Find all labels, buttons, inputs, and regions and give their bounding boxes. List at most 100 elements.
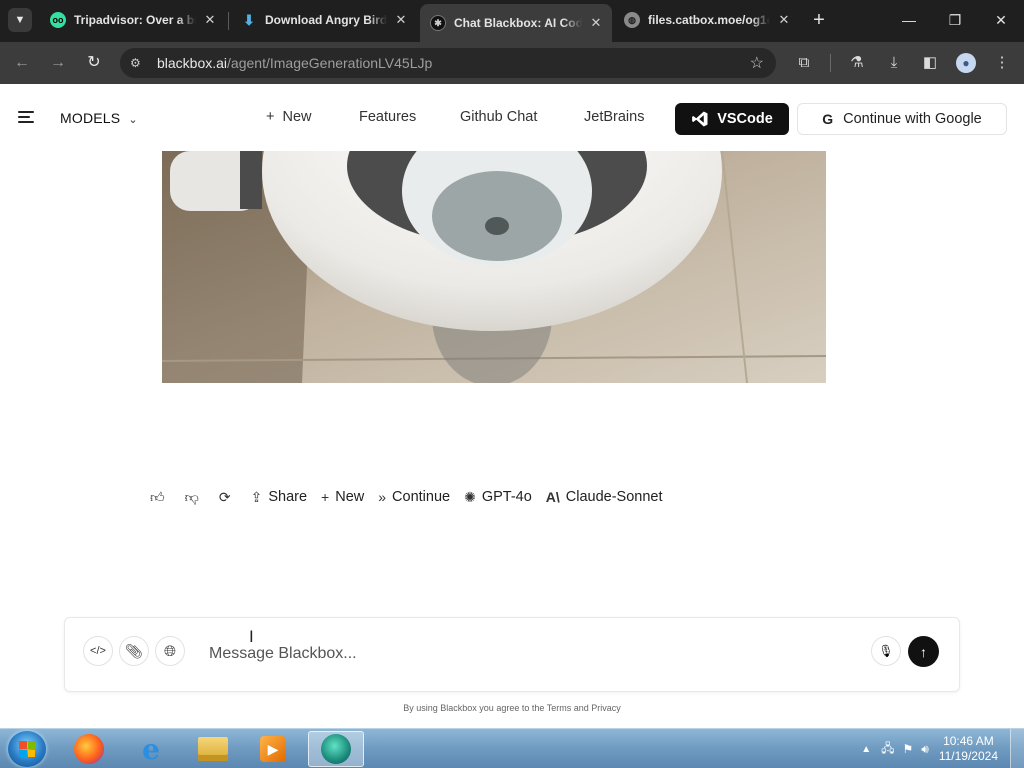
continue-button[interactable]: » Continue [378, 489, 450, 505]
message-input[interactable] [209, 642, 859, 666]
voice-input-button[interactable]: 🎙︎ [871, 636, 901, 666]
restore-icon: ❐ [948, 12, 962, 28]
blackbox-app-icon [321, 734, 351, 764]
bookmark-star-icon[interactable]: ☆ [750, 53, 764, 73]
close-tab-icon[interactable]: ✕ [776, 12, 792, 28]
close-tab-icon[interactable]: ✕ [393, 12, 409, 28]
attach-button[interactable]: 📎︎ [119, 636, 149, 666]
taskbar-file-explorer[interactable] [185, 731, 241, 767]
message-actions: 👍︎ 👎︎ ⟳ ⇪ Share + New » Continue ✺ GPT-4o A\… [150, 486, 677, 508]
firefox-icon [74, 734, 104, 764]
generated-image [162, 151, 826, 383]
blackbox-icon: ✱ [430, 15, 446, 31]
reload-button[interactable]: ↻ [82, 51, 106, 75]
network-icon[interactable]: 🖧︎ [881, 739, 894, 760]
vscode-button[interactable]: VSCode [675, 103, 789, 135]
refresh-icon: ⟳ [218, 488, 231, 505]
side-panel-icon[interactable]: ◧ [918, 51, 942, 75]
toolbar-separator [830, 54, 831, 72]
claude-sonnet-button[interactable]: A\ Claude-Sonnet [546, 489, 663, 505]
nav-features-link[interactable]: Features [359, 109, 416, 125]
tab-search-button[interactable]: ▼ [8, 8, 32, 32]
share-button[interactable]: ⇪ Share [251, 489, 307, 506]
media-player-icon: ▶ [260, 736, 286, 762]
globe-icon: ◍ [624, 12, 640, 28]
restore-button[interactable]: ❐ [932, 6, 978, 34]
paperclip-icon: 📎︎ [125, 642, 143, 659]
tab-tripadvisor[interactable]: oo Tripadvisor: Over a billion reviews ✕ [40, 4, 226, 36]
profile-avatar-icon[interactable]: ● [954, 51, 978, 75]
browser-menu-icon[interactable]: ⋮ [990, 51, 1014, 75]
tab-blackbox[interactable]: ✱ Chat Blackbox: AI Code ✕ [420, 4, 612, 42]
chevron-down-icon: ⌄ [128, 114, 138, 126]
plus-icon: + [266, 109, 275, 125]
nav-jetbrains-link[interactable]: JetBrains [584, 109, 644, 125]
plus-icon: + [813, 9, 825, 31]
terms-notice: By using Blackbox you agree to the Terms… [403, 703, 621, 713]
thumbs-down-button[interactable]: 👎︎ [185, 489, 205, 506]
site-info-icon[interactable]: ⚙ [130, 56, 148, 70]
minimize-button[interactable]: — [886, 6, 932, 34]
nav-new-button[interactable]: + New [266, 109, 311, 125]
close-tab-icon[interactable]: ✕ [202, 12, 218, 28]
internet-explorer-icon: e [142, 732, 160, 766]
tab-catbox[interactable]: ◍ files.catbox.moe/og1c ✕ [614, 4, 800, 36]
tab-angry-birds[interactable]: ⬇ Download Angry Birds ✕ [231, 4, 417, 36]
web-search-button[interactable]: 🌐︎ [155, 636, 185, 666]
windows-logo-icon [19, 741, 35, 757]
file-explorer-icon [198, 737, 228, 761]
nav-github-chat-link[interactable]: Github Chat [460, 109, 537, 125]
double-chevron-right-icon: » [378, 489, 387, 505]
continue-with-google-button[interactable]: G Continue with Google [797, 103, 1007, 135]
action-center-flag-icon[interactable]: ⚑ [903, 742, 914, 756]
close-icon: ✕ [995, 12, 1007, 28]
microphone-icon: 🎙︎ [878, 644, 894, 658]
gpt-4o-button[interactable]: ✺ GPT-4o [464, 489, 532, 506]
windows-taskbar: e ▶ ▲ 🖧︎ ⚑ 🔊︎ 10:46 AM 11/19/2024 [0, 728, 1024, 768]
google-icon: G [822, 111, 834, 127]
thumbs-up-button[interactable]: 👍︎ [150, 489, 171, 506]
anthropic-icon: A\ [545, 489, 560, 505]
system-tray: ▲ 🖧︎ ⚑ 🔊︎ 10:46 AM 11/19/2024 [861, 729, 1024, 768]
taskbar-firefox[interactable] [61, 731, 117, 767]
new-chat-button[interactable]: + New [321, 489, 364, 505]
reload-icon: ↻ [87, 54, 101, 71]
volume-icon[interactable]: 🔊︎ [921, 742, 929, 757]
browser-tab-strip: ▼ oo Tripadvisor: Over a billion reviews… [0, 0, 1024, 42]
forward-button[interactable]: → [46, 51, 70, 75]
generated-image-photo [162, 151, 826, 383]
taskbar-blackbox-app[interactable] [308, 731, 364, 767]
taskbar-media-player[interactable]: ▶ [245, 731, 301, 767]
page-content: MODELS ⌄ + New Features Github Chat JetBra… [0, 84, 1024, 728]
clock[interactable]: 10:46 AM 11/19/2024 [939, 734, 998, 764]
labs-flask-icon[interactable]: ⚗ [845, 51, 869, 75]
download-site-icon: ⬇ [243, 11, 255, 28]
thumbs-down-icon: 👎︎ [184, 488, 199, 505]
code-icon: </> [90, 645, 106, 657]
url-text[interactable]: blackbox.ai/agent/ImageGenerationLV45LJp [157, 55, 432, 71]
thumbs-up-icon: 👍︎ [150, 488, 165, 505]
back-button[interactable]: ← [10, 51, 34, 75]
tray-overflow-icon[interactable]: ▲ [861, 744, 871, 755]
browser-toolbar: ← → ↻ ⚙ blackbox.ai/agent/ImageGeneratio… [0, 42, 1024, 84]
code-mode-button[interactable]: </> [83, 636, 113, 666]
regenerate-button[interactable]: ⟳ [219, 489, 237, 506]
close-tab-icon[interactable]: ✕ [588, 15, 604, 31]
show-desktop-button[interactable] [1010, 729, 1024, 768]
tab-separator [228, 12, 229, 30]
address-bar[interactable]: ⚙ blackbox.ai/agent/ImageGenerationLV45L… [120, 48, 776, 78]
arrow-left-icon: ← [14, 54, 30, 71]
downloads-icon[interactable]: ⤓ [882, 51, 906, 75]
taskbar-internet-explorer[interactable]: e [123, 731, 179, 767]
share-icon: ⇪ [250, 488, 263, 505]
hamburger-menu-icon[interactable] [18, 111, 34, 123]
openai-icon: ✺ [464, 488, 476, 505]
arrow-right-icon: → [50, 54, 66, 71]
extensions-icon[interactable]: ⧉ [792, 51, 816, 75]
send-button[interactable]: ↑ [908, 636, 939, 667]
new-tab-button[interactable]: + [808, 7, 830, 33]
close-window-button[interactable]: ✕ [978, 6, 1024, 34]
models-dropdown[interactable]: MODELS ⌄ [60, 110, 138, 126]
start-button[interactable] [8, 731, 46, 767]
message-composer: </> 📎︎ 🌐︎ 🎙︎ ↑ [64, 617, 960, 692]
